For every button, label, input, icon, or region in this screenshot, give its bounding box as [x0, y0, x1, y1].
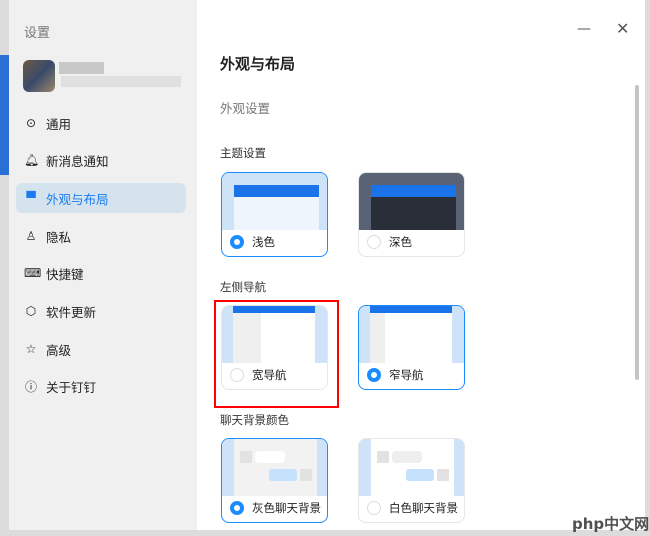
- watermark: php中文网: [572, 515, 650, 533]
- sidebar-item-shortcuts[interactable]: ⌨ 快捷键: [16, 258, 186, 288]
- sidebar-item-privacy[interactable]: ♙ 隐私: [16, 221, 186, 251]
- page-title: 外观与布局: [220, 55, 296, 73]
- star-icon: ☆: [25, 342, 37, 356]
- nav-label: 关于钉钉: [46, 379, 97, 395]
- username-blurred: [59, 62, 104, 74]
- theme-label: 主题设置: [220, 146, 266, 160]
- nav-label: 高级: [46, 342, 72, 358]
- cube-icon: ⬡: [25, 304, 37, 318]
- nav-label: 左侧导航: [220, 280, 266, 294]
- radio-selected[interactable]: [367, 368, 381, 382]
- theme-light-card[interactable]: 浅色: [221, 172, 328, 257]
- chatbg-white-card[interactable]: 白色聊天背景: [358, 438, 465, 523]
- sidebar-item-updates[interactable]: ⬡ 软件更新: [16, 296, 186, 326]
- keyboard-icon: ⌨: [24, 266, 42, 280]
- option-label: 窄导航: [389, 368, 424, 382]
- sidebar-item-general[interactable]: ⊙ 通用: [16, 108, 186, 138]
- nav-narrow-card[interactable]: 窄导航: [358, 305, 465, 390]
- option-label: 灰色聊天背景: [252, 501, 321, 515]
- nav-label: 新消息通知: [46, 153, 109, 169]
- radio-unselected[interactable]: [367, 501, 381, 515]
- settings-title: 设置: [24, 26, 51, 41]
- nav-label: 软件更新: [46, 304, 97, 320]
- shirt-icon: ▀: [26, 191, 36, 205]
- close-button[interactable]: ✕: [616, 19, 629, 38]
- section-subtitle: 外观设置: [220, 101, 271, 116]
- chatbg-label: 聊天背景颜色: [220, 413, 289, 427]
- settings-icon: ⊙: [25, 116, 37, 130]
- option-label: 浅色: [252, 235, 275, 249]
- minimize-button[interactable]: —: [577, 21, 591, 37]
- sidebar-item-advanced[interactable]: ☆ 高级: [16, 334, 186, 364]
- radio-selected[interactable]: [230, 235, 244, 249]
- sidebar-item-appearance[interactable]: ▀ 外观与布局: [16, 183, 186, 213]
- person-icon: ♙: [25, 229, 37, 243]
- info-icon: ⓘ: [24, 379, 37, 394]
- account-blurred: [61, 76, 181, 87]
- scrollbar[interactable]: [635, 85, 639, 380]
- bell-icon: 🔔︎: [24, 153, 40, 167]
- nav-label: 通用: [46, 116, 72, 132]
- chatbg-gray-card[interactable]: 灰色聊天背景: [221, 438, 328, 523]
- option-label: 白色聊天背景: [389, 501, 458, 515]
- nav-label: 隐私: [46, 229, 72, 245]
- theme-dark-card[interactable]: 深色: [358, 172, 465, 257]
- nav-label: 快捷键: [46, 266, 84, 282]
- radio-selected[interactable]: [230, 501, 244, 515]
- avatar[interactable]: [23, 60, 55, 92]
- sidebar-item-about[interactable]: ⓘ 关于钉钉: [16, 371, 186, 401]
- option-label: 深色: [389, 235, 412, 249]
- radio-unselected[interactable]: [367, 235, 381, 249]
- sidebar-item-notifications[interactable]: 🔔︎ 新消息通知: [16, 145, 186, 175]
- background-window: [0, 55, 9, 175]
- nav-label: 外观与布局: [46, 191, 109, 207]
- highlight-box: [214, 300, 339, 408]
